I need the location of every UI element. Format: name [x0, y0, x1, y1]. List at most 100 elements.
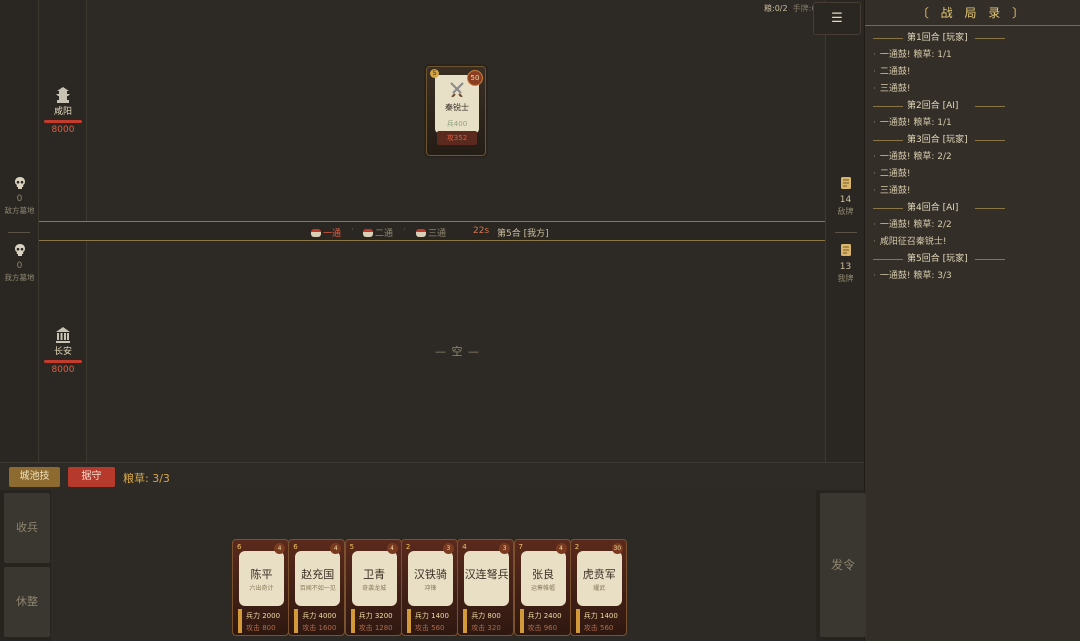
enemy-deck[interactable]: 14 敌牌 [826, 176, 865, 217]
card-name: 汉连弩兵 [464, 568, 509, 581]
log-rule [873, 140, 903, 141]
hold-button[interactable]: 据守 [68, 467, 115, 487]
my-city-name: 长安 [53, 347, 72, 357]
hand-card[interactable]: 6 4 陈平 六出奇计 兵力 2000 攻击 800 [232, 539, 289, 636]
recall-button[interactable]: 收兵 [4, 493, 50, 563]
log-lines: 第1回合 [玩家] · 一通鼓! 粮草: 1/1 · 二通鼓! · 三通鼓! 第2回合 [AI… [865, 26, 1080, 285]
card-troops: 兵力 3200 [358, 612, 393, 620]
enemy-city[interactable]: 咸阳 8000 [39, 86, 87, 135]
hand-card[interactable]: 5 4 卫青 奇袭龙城 兵力 3200 攻击 1280 [344, 539, 402, 636]
card-cost: 7 [518, 543, 523, 551]
enemy-graveyard[interactable]: 0 敌方墓地 [0, 176, 39, 216]
log-entry-text: 二通鼓! [879, 169, 911, 179]
turn-status-bar: 一通 · 二通 · 三通 22s 第5合 [我方] [39, 221, 825, 241]
card-power: 30 [611, 543, 623, 554]
log-bullet: · [873, 152, 876, 162]
enemy-city-hp-bar [44, 120, 82, 123]
card-power: 3 [442, 543, 454, 554]
card-attack: 攻击 1280 [358, 624, 393, 632]
log-bullet: · [873, 50, 876, 60]
skull-icon [14, 244, 25, 256]
battle-log-panel[interactable]: 〔 战 局 录 〕 第1回合 [玩家] · 一通鼓! 粮草: 1/1 · 二通鼓! · 三通… [864, 0, 1080, 641]
log-entry: · 三通鼓! [865, 183, 1080, 200]
log-bullet: · [873, 118, 876, 128]
card-attack: 攻击 800 [246, 624, 276, 632]
card-troops: 兵400 [446, 120, 468, 128]
card-stat-bar [575, 609, 580, 633]
card-power: 4 [386, 543, 398, 554]
hand-card[interactable]: 4 3 汉连弩兵 兵力 800 攻击 320 [457, 539, 515, 636]
card-troops: 兵力 2000 [246, 612, 281, 620]
log-entry: · 一通鼓! 粮草: 1/1 [865, 47, 1080, 64]
log-rule [873, 208, 903, 209]
log-entry: · 咸阳征召秦锐士! [865, 234, 1080, 251]
log-rule [873, 38, 903, 39]
my-deck-count: 13 [839, 262, 852, 272]
log-bullet: · [873, 220, 876, 230]
hand-card[interactable]: 6 4 赵充国 百闻不如一见 兵力 4000 攻击 1600 [288, 539, 346, 636]
log-entry-text: 一通鼓! 粮草: 2/2 [879, 152, 952, 162]
card-cost: 5 [349, 543, 355, 551]
log-title: 〔 战 局 录 〕 [865, 0, 1080, 26]
drum-beat-3: 三通 [416, 226, 446, 239]
card-stat-bar [294, 609, 299, 633]
menu-button[interactable]: ☰ [813, 2, 861, 35]
enemy-city-name: 咸阳 [53, 107, 72, 117]
enemy-city-hp: 8000 [51, 125, 75, 135]
hand-card[interactable]: 7 4 张良 运筹帷幄 兵力 2400 攻击 960 [513, 539, 571, 636]
card-power: 4 [330, 543, 342, 554]
hand-card[interactable]: 2 3 汉铁骑 冲锋 兵力 1400 攻击 560 [400, 539, 458, 636]
my-graveyard[interactable]: 0 我方墓地 [0, 243, 39, 283]
card-power: 4 [274, 543, 285, 554]
deck-column: 14 敌牌 13 我牌 [825, 0, 864, 462]
crossed-swords-icon [450, 82, 464, 97]
city-skill-button[interactable]: 城池技 [9, 467, 60, 487]
rest-button[interactable]: 休整 [4, 567, 50, 637]
log-bullet: · [873, 186, 876, 196]
log-entry: · 二通鼓! [865, 64, 1080, 81]
enemy-grave-label: 敌方墓地 [4, 206, 35, 215]
round-label: 第5合 [我方] [497, 229, 549, 239]
card-cost: 2 [405, 543, 411, 551]
action-bar: 城池技 据守 粮草: 3/3 [0, 462, 864, 490]
card-skill: 奇袭龙城 [362, 585, 387, 592]
card-power: 50 [467, 70, 483, 86]
card-attack: 攻击 960 [527, 624, 558, 632]
log-rule [975, 259, 1005, 260]
grave-divider [8, 232, 30, 233]
enemy-field-card[interactable]: 5 50 秦锐士 兵400 攻352 [426, 66, 486, 156]
log-round-header: 第5回合 [玩家] [865, 251, 1080, 268]
my-city-hp: 8000 [51, 365, 75, 375]
card-troops: 兵力 1400 [583, 612, 618, 620]
my-battlefield[interactable]: — 空 — [87, 241, 825, 462]
my-city[interactable]: 长安 8000 [39, 326, 87, 375]
drum-beat-2: 二通 [363, 226, 393, 239]
scroll-icon [840, 177, 851, 189]
log-entry-text: 三通鼓! [879, 84, 911, 94]
beat-separator: · [351, 225, 354, 235]
card-stat-bar [350, 609, 355, 633]
hand-card[interactable]: 2 30 虎贲军 耀武 兵力 1400 攻击 560 [569, 539, 627, 636]
log-round-header: 第1回合 [玩家] [865, 30, 1080, 47]
log-round-text: 第2回合 [AI] [907, 101, 959, 111]
my-deck[interactable]: 13 我牌 [826, 243, 865, 284]
log-bullet: · [873, 271, 876, 281]
log-round-header: 第3回合 [玩家] [865, 132, 1080, 149]
my-grave-label: 我方墓地 [4, 273, 35, 282]
card-troops: 兵力 800 [471, 612, 501, 620]
drum-beat-label: 三通 [428, 229, 447, 239]
log-entry: · 一通鼓! 粮草: 1/1 [865, 115, 1080, 132]
issue-order-button[interactable]: 发令 [820, 493, 866, 637]
card-power: 3 [499, 543, 511, 554]
card-attack: 攻352 [437, 131, 477, 145]
my-deck-label: 我牌 [837, 274, 854, 283]
log-round-header: 第2回合 [AI] [865, 98, 1080, 115]
top-resource-status: 粮:0/2 手牌:6 [764, 3, 816, 14]
card-stat-bar [238, 609, 242, 633]
card-name: 虎贲军 [582, 568, 616, 581]
log-rule [873, 259, 903, 260]
pagoda-icon [56, 87, 70, 103]
skull-icon [14, 177, 25, 189]
log-entry: · 三通鼓! [865, 81, 1080, 98]
deck-divider [835, 232, 857, 233]
